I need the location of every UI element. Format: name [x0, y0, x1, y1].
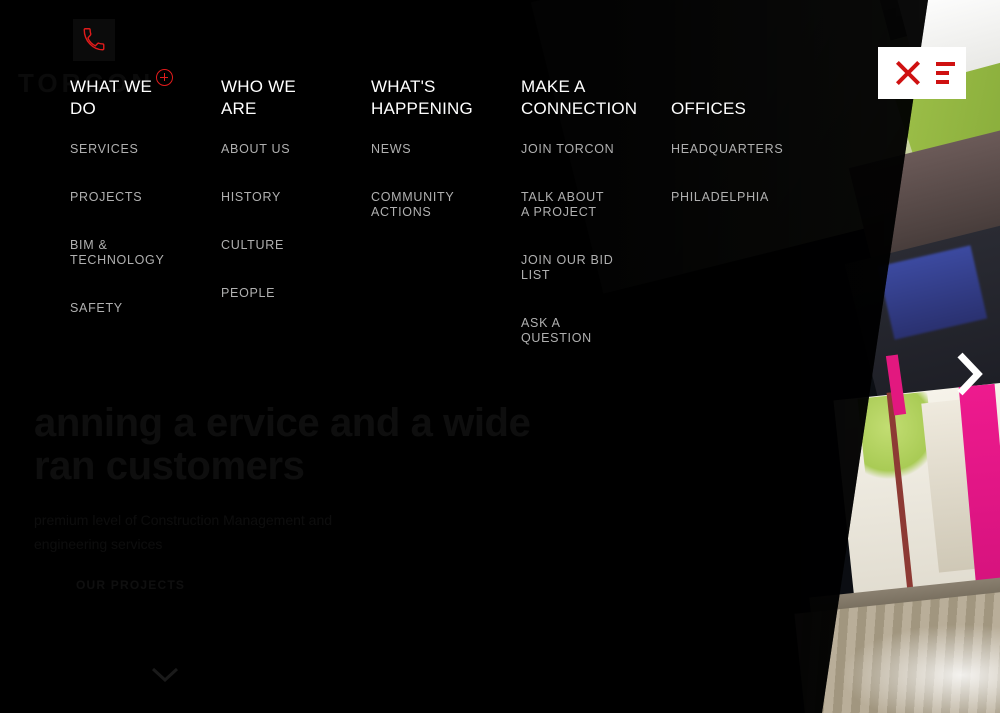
menu-bar: [936, 62, 955, 66]
phone-icon[interactable]: [73, 19, 115, 61]
menu-bar: [936, 80, 949, 84]
menu-link-philadelphia[interactable]: PHILADELPHIA: [671, 190, 831, 205]
menu-link-bim-technology[interactable]: BIM & TECHNOLOGY: [70, 238, 220, 268]
hero-cta-button[interactable]: OUR PROJECTS: [34, 578, 185, 592]
menu-link-safety[interactable]: SAFETY: [70, 301, 220, 316]
menu-column-links: SERVICES PROJECTS BIM & TECHNOLOGY SAFET…: [70, 69, 220, 316]
menu-link-join-torcon[interactable]: JOIN TORCON: [521, 142, 666, 157]
menu-link-news[interactable]: NEWS: [371, 142, 516, 157]
menu-link-about-us[interactable]: ABOUT US: [221, 142, 366, 157]
menu-link-projects[interactable]: PROJECTS: [70, 190, 220, 205]
menu-link-culture[interactable]: CULTURE: [221, 238, 366, 253]
menu-column-what-we-do: WHAT WE DO SERVICES PROJECTS BIM & TECHN…: [70, 69, 220, 316]
chevron-down-icon[interactable]: [152, 668, 178, 682]
menu-link-services[interactable]: SERVICES: [70, 142, 220, 157]
menu-column-title: WHO WE ARE: [221, 77, 296, 118]
menu-link-talk-about-a-project[interactable]: TALK ABOUT A PROJECT: [521, 190, 666, 220]
menu-column-offices: OFFICES HEADQUARTERS PHILADELPHIA: [671, 76, 831, 205]
close-x-icon[interactable]: [894, 59, 922, 87]
menu-column-links: NEWS COMMUNITY ACTIONS: [371, 142, 516, 220]
menu-toggle-button[interactable]: [878, 47, 966, 99]
chevron-right-icon[interactable]: [955, 352, 983, 396]
menu-column-whats-happening: WHAT'S HAPPENING NEWS COMMUNITY ACTIONS: [371, 76, 516, 220]
menu-column-title: WHAT WE DO: [70, 77, 152, 118]
menu-column-who-we-are: WHO WE ARE ABOUT US HISTORY CULTURE PEOP…: [221, 76, 366, 301]
page-root: anning a ervice and a wide ran customers…: [0, 0, 1000, 713]
menu-bar: [936, 71, 949, 75]
plus-circle-icon[interactable]: [156, 69, 173, 86]
menu-link-ask-a-question[interactable]: ASK A QUESTION: [521, 316, 666, 346]
menu-column-title: MAKE A CONNECTION: [521, 77, 638, 118]
menu-link-people[interactable]: PEOPLE: [221, 286, 366, 301]
hero-heading: anning a ervice and a wide ran customers: [34, 401, 531, 488]
menu-column-links: JOIN TORCON TALK ABOUT A PROJECT JOIN OU…: [521, 142, 666, 346]
menu-column-title: OFFICES: [671, 99, 747, 118]
menu-link-community-actions[interactable]: COMMUNITY ACTIONS: [371, 190, 516, 220]
hero-paragraph: premium level of Construction Management…: [34, 512, 333, 552]
menu-column-links: ABOUT US HISTORY CULTURE PEOPLE: [221, 142, 366, 301]
hamburger-menu-icon[interactable]: [936, 62, 955, 84]
menu-link-history[interactable]: HISTORY: [221, 190, 366, 205]
menu-column-make-a-connection: MAKE A CONNECTION JOIN TORCON TALK ABOUT…: [521, 76, 666, 346]
hero-content: anning a ervice and a wide ran customers…: [34, 402, 594, 594]
menu-link-headquarters[interactable]: HEADQUARTERS: [671, 142, 831, 157]
menu-link-join-our-bid-list[interactable]: JOIN OUR BID LIST: [521, 253, 666, 283]
menu-column-title: WHAT'S HAPPENING: [371, 77, 473, 118]
menu-column-links: HEADQUARTERS PHILADELPHIA: [671, 142, 831, 205]
photo-light-glare: [830, 620, 1000, 713]
